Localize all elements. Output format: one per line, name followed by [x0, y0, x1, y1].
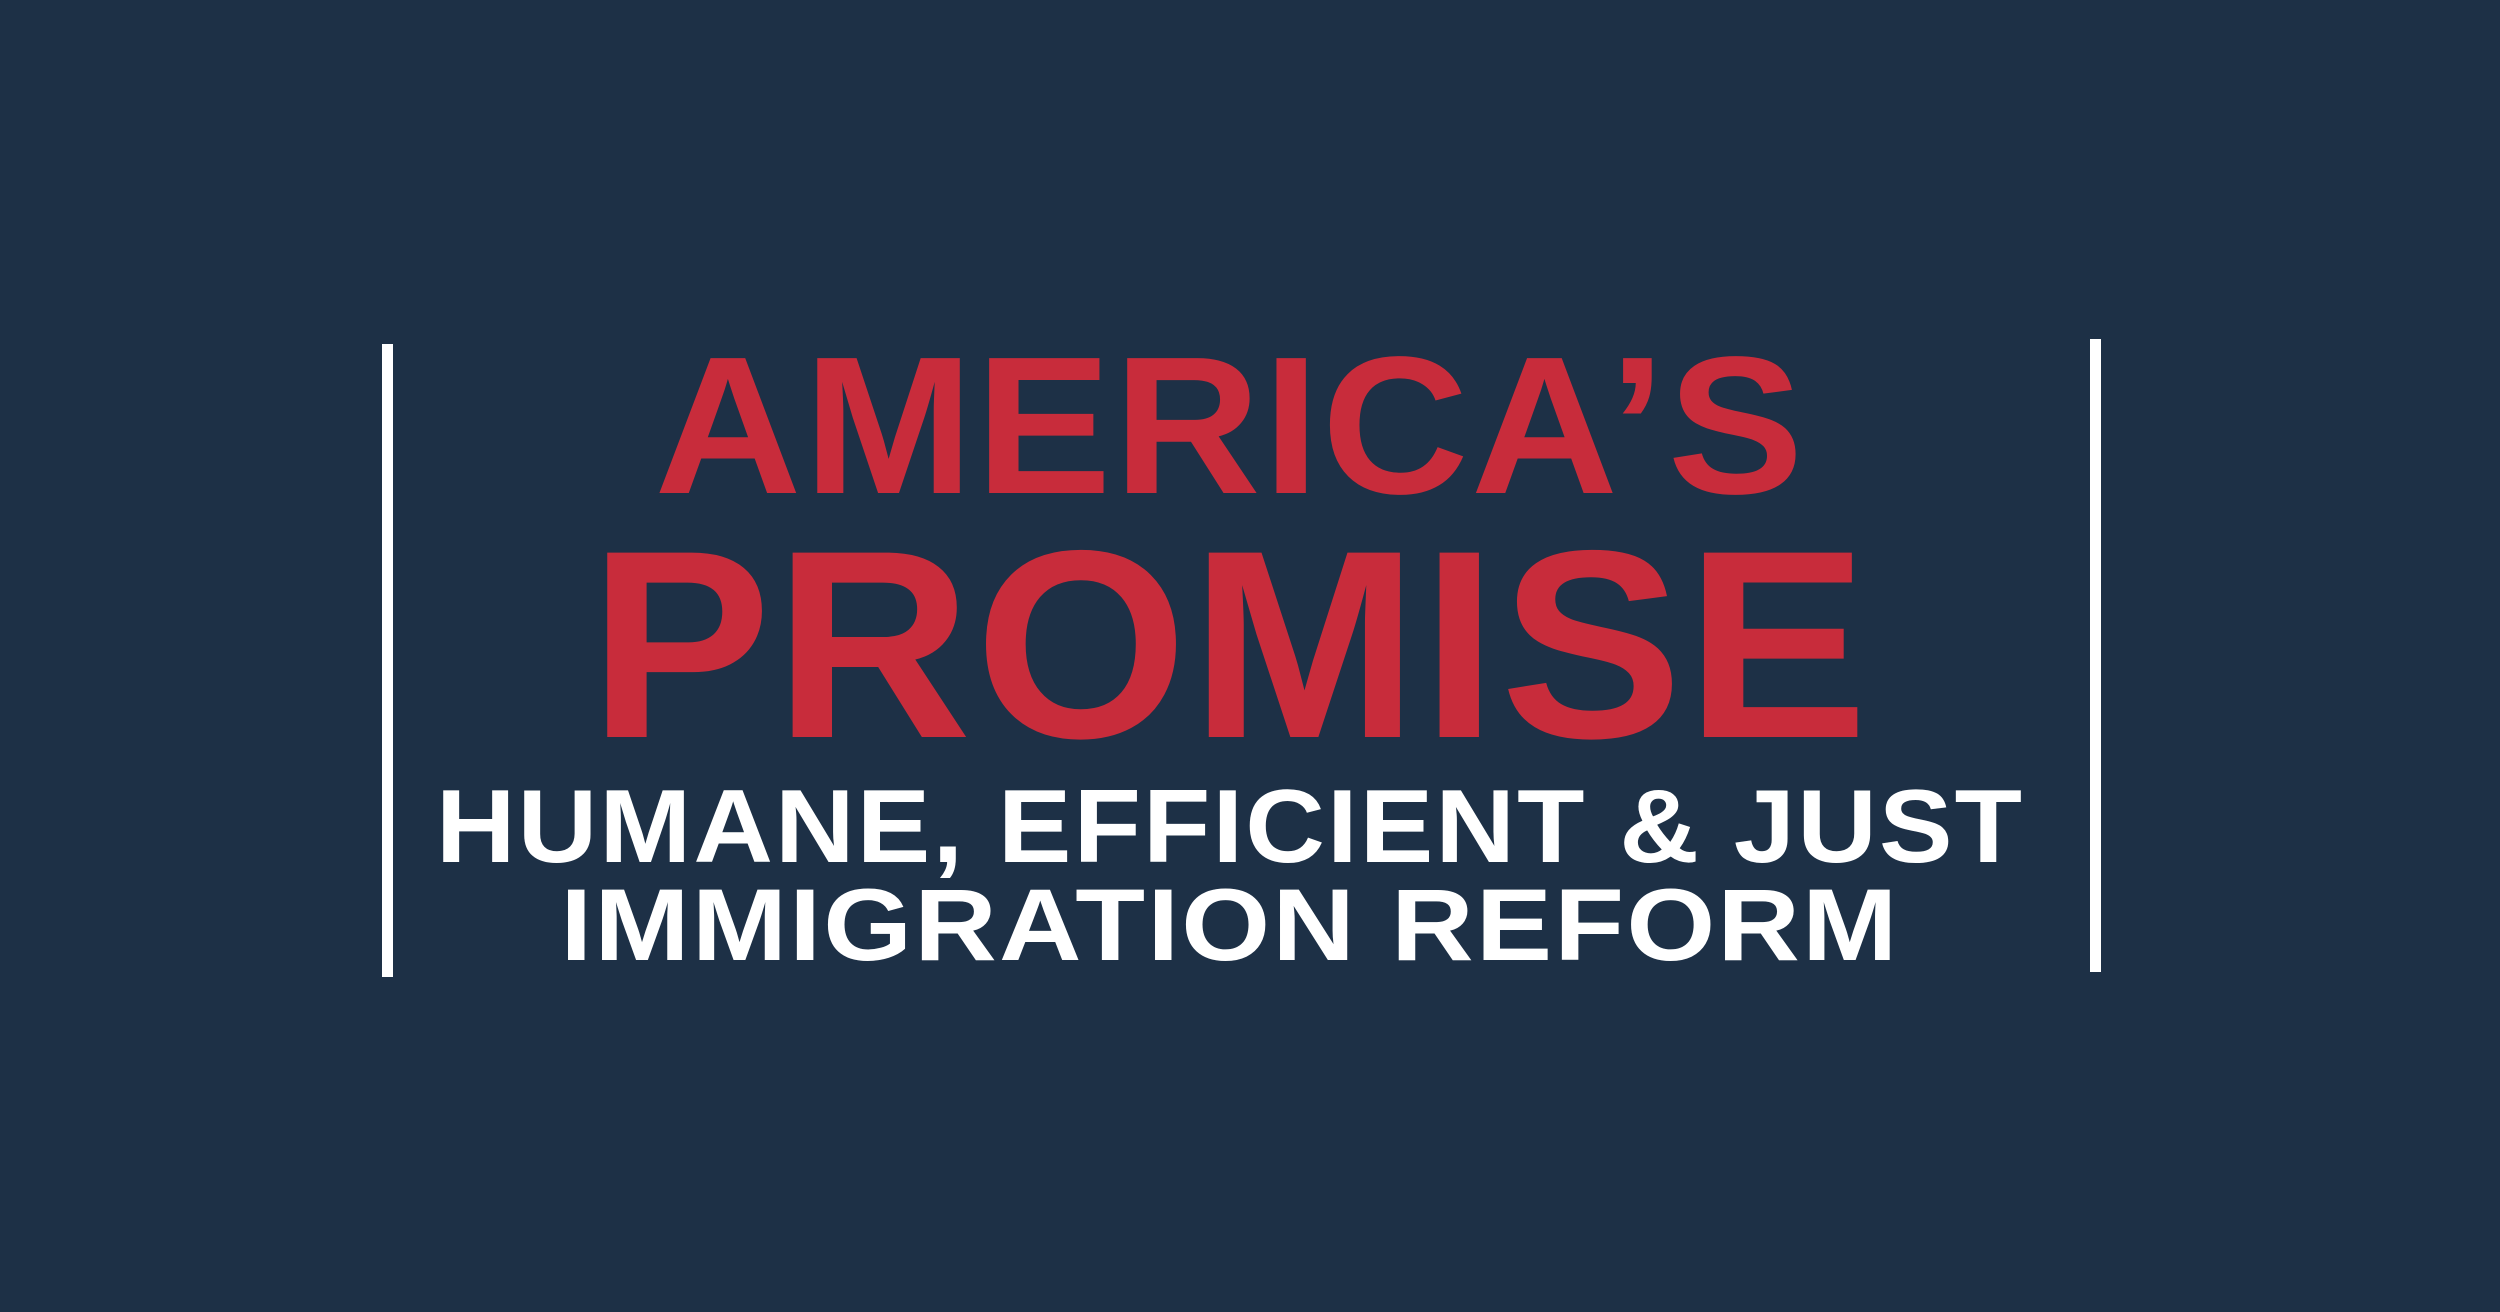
subtitle-immigration-reform: IMMIGRATION REFORM [560, 868, 1900, 982]
right-divider-bar [2090, 339, 2101, 972]
headline-promise: PROMISE [588, 494, 1872, 794]
subtitle-humane-efficient-just: HUMANE, EFFICIENT & JUST [435, 769, 2025, 885]
